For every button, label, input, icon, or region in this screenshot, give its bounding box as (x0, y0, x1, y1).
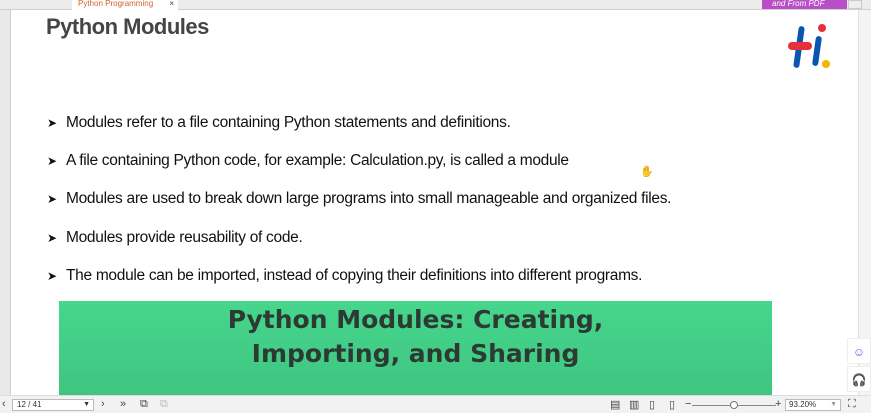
list-item: ➤ Modules refer to a file containing Pyth… (47, 114, 511, 132)
chat-assistant-icon[interactable]: ☺ (847, 338, 871, 364)
extract-page-icon[interactable]: ⧉ (160, 398, 168, 411)
last-page-icon[interactable]: » (120, 398, 126, 410)
list-item: ➤ A file containing Python code, for exam… (47, 152, 569, 170)
single-page-view-icon[interactable]: ▤ (610, 398, 620, 411)
next-page-icon[interactable]: › (101, 398, 105, 410)
bullet-text: Modules provide reusability of code. (66, 229, 303, 246)
list-item: ➤ Modules provide reusability of code. (47, 229, 303, 247)
continuous-view-icon[interactable]: ▥ (629, 398, 639, 411)
tab-label: Python Programming (78, 0, 154, 8)
arrow-bullet-icon: ➤ (47, 154, 57, 168)
zoom-in-icon[interactable]: + (775, 398, 781, 410)
prev-page-icon[interactable]: ‹ (2, 398, 6, 410)
page-number: 12 / 41 (17, 400, 42, 409)
zoom-level-select[interactable]: 93.20% ▼ (785, 399, 841, 411)
banner-line: Importing, and Sharing (251, 339, 580, 368)
tab-python-programming[interactable]: Python Programming × (72, 0, 178, 10)
ai-headset-icon[interactable]: 🎧 (847, 366, 871, 392)
zoom-out-icon[interactable]: − (685, 398, 691, 410)
hand-cursor-icon: ✋ (640, 166, 654, 178)
bullet-text: Modules are used to break down large pro… (66, 190, 672, 207)
page-title: Python Modules (46, 14, 209, 39)
pdf-promo-button[interactable]: and From PDF (762, 0, 847, 9)
menu-icon[interactable] (848, 0, 862, 9)
fullscreen-icon[interactable]: ⛶ (848, 398, 856, 411)
arrow-bullet-icon: ➤ (47, 269, 57, 283)
arrow-bullet-icon: ➤ (47, 116, 57, 130)
document-page: Python Modules ➤ Modules refer to a file … (10, 10, 858, 395)
status-bar: ‹ 12 / 41 ▼ › » ⧉ ⧉ ▤ ▥ ▯ ▯ − + 93.20% ▼ ⛶ (0, 395, 871, 413)
banner-image: Python Modules: Creating, Importing, and… (59, 301, 772, 395)
two-page-continuous-icon[interactable]: ▯ (669, 398, 675, 411)
zoom-slider-handle[interactable] (730, 401, 738, 409)
zoom-level: 93.20% (789, 400, 817, 409)
arrow-bullet-icon: ➤ (47, 192, 57, 206)
two-page-view-icon[interactable]: ▯ (649, 398, 655, 411)
list-item: ➤ Modules are used to break down large pr… (47, 190, 671, 208)
bullet-text: A file containing Python code, for examp… (66, 152, 569, 169)
logo (788, 24, 830, 68)
bullet-text: The module can be imported, instead of c… (66, 267, 643, 284)
rotate-page-icon[interactable]: ⧉ (140, 398, 148, 411)
arrow-bullet-icon: ➤ (47, 231, 57, 245)
page-number-input[interactable]: 12 / 41 ▼ (12, 399, 94, 411)
bullet-text: Modules refer to a file containing Pytho… (66, 114, 511, 131)
close-icon[interactable]: × (169, 0, 174, 8)
banner-line: Python Modules: Creating, (227, 305, 604, 334)
tab-bar: Python Programming × and From PDF (0, 0, 871, 10)
list-item: ➤ The module can be imported, instead of … (47, 267, 642, 285)
